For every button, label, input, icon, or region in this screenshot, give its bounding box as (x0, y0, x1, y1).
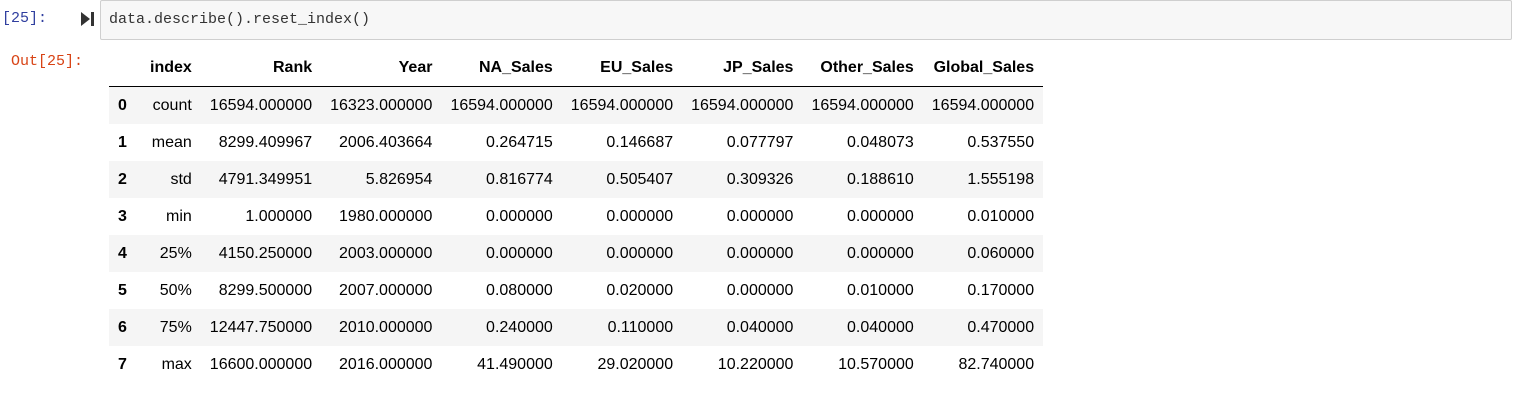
table-cell: 0.470000 (967, 318, 1035, 336)
column-header: Global_Sales (922, 50, 1044, 87)
table-cell: max (161, 355, 192, 373)
row-index: 1 (118, 133, 127, 151)
table-cell: 16594.000000 (450, 96, 553, 114)
table-cell: 0.077797 (726, 133, 794, 151)
column-header: NA_Sales (441, 50, 562, 87)
table-row: 2 std 4791.349951 5.826954 0.816774 0.50… (109, 161, 1044, 198)
row-index: 5 (118, 281, 127, 299)
table-cell: 0.110000 (607, 318, 674, 336)
row-index: 7 (118, 355, 127, 373)
table-cell: 0.537550 (967, 133, 1035, 151)
table-cell: 0.240000 (486, 318, 553, 336)
table-cell: 2007.000000 (339, 281, 433, 299)
column-header: EU_Sales (561, 50, 683, 87)
row-index: 6 (118, 318, 127, 336)
table-cell: 29.020000 (597, 355, 674, 373)
row-index: 0 (118, 96, 127, 114)
table-cell: 0.146687 (606, 133, 674, 151)
table-cell: 0.048073 (847, 133, 914, 151)
table-cell: 16600.000000 (209, 355, 313, 373)
table-cell: 16594.000000 (691, 96, 794, 114)
table-cell: 0.080000 (486, 281, 553, 299)
table-cell: 50% (159, 281, 192, 299)
table-cell: 0.505407 (606, 170, 674, 188)
table-cell: min (166, 207, 192, 225)
table-cell: 0.000000 (847, 207, 914, 225)
table-cell: std (170, 170, 192, 188)
table-row: 4 25% 4150.250000 2003.000000 0.000000 0… (109, 235, 1044, 272)
code-editor[interactable]: data.describe().reset_index() (100, 0, 1512, 40)
table-cell: 4791.349951 (218, 170, 313, 188)
code-line[interactable]: data.describe().reset_index() (109, 10, 370, 30)
table-cell: 16594.000000 (570, 96, 674, 114)
table-row: 1 mean 8299.409967 2006.403664 0.264715 … (109, 124, 1043, 161)
table-cell: 12447.750000 (209, 318, 313, 336)
table-cell: 0.816774 (486, 170, 553, 188)
table-cell: 25% (159, 244, 192, 262)
row-index: 2 (118, 170, 127, 188)
table-cell: 0.000000 (486, 207, 553, 225)
table-cell: 0.010000 (847, 281, 914, 299)
table-cell: 16594.000000 (209, 96, 313, 114)
table-cell: 8299.500000 (218, 281, 313, 299)
table-row: 3 min 1.000000 1980.000000 0.000000 0.00… (109, 198, 1043, 235)
table-cell: 82.740000 (958, 355, 1035, 373)
table-cell: 2006.403664 (339, 133, 433, 151)
table-cell: 0.000000 (486, 244, 553, 262)
table-cell: 75% (159, 318, 192, 336)
table-cell: 0.170000 (967, 281, 1035, 299)
column-header: Other_Sales (802, 50, 923, 87)
table-cell: 0.000000 (606, 207, 674, 225)
table-cell: 5.826954 (365, 170, 433, 188)
table-cell: 1980.000000 (339, 207, 433, 225)
table-cell: 4150.250000 (218, 244, 313, 262)
table-cell: mean (151, 133, 192, 151)
table-cell: 0.040000 (726, 318, 794, 336)
table-row: 7 max 16600.000000 2016.000000 41.490000… (109, 346, 1043, 383)
table-cell: 16594.000000 (931, 96, 1035, 114)
table-cell: 1.000000 (245, 207, 313, 225)
table-cell: 10.570000 (838, 355, 914, 373)
row-index: 3 (118, 207, 127, 225)
table-cell: 8299.409967 (218, 133, 313, 151)
table-cell: 0.020000 (606, 281, 674, 299)
table-cell: 0.000000 (726, 207, 794, 225)
table-header: index Rank Year NA_Sales EU_Sales JP_Sal… (109, 50, 1044, 87)
header-row: index Rank Year NA_Sales EU_Sales JP_Sal… (109, 50, 1044, 87)
output-prompt: Out[25]: (11, 53, 84, 70)
table-body: 0 count 16594.000000 16323.000000 16594.… (109, 86, 1044, 384)
table-cell: 0.264715 (486, 133, 553, 151)
input-prompt: [25]: (2, 10, 48, 27)
table-cell: 16594.000000 (811, 96, 914, 114)
table-cell: 0.040000 (847, 318, 914, 336)
table-row: 5 50% 8299.500000 2007.000000 0.080000 0… (109, 272, 1043, 309)
table-cell: 0.000000 (606, 244, 674, 262)
table-cell: 0.060000 (967, 244, 1035, 262)
table-row: 0 count 16594.000000 16323.000000 16594.… (109, 86, 1044, 124)
table-row: 6 75% 12447.750000 2010.000000 0.240000 … (109, 309, 1044, 346)
table-cell: 2003.000000 (339, 244, 433, 262)
run-cell-icon[interactable] (79, 11, 95, 27)
dataframe-table: index Rank Year NA_Sales EU_Sales JP_Sal… (109, 50, 1044, 384)
column-header: JP_Sales (682, 50, 803, 87)
column-header: index (141, 50, 201, 87)
column-header: Year (321, 50, 442, 87)
column-header: Rank (200, 50, 322, 87)
table-cell: 0.000000 (726, 244, 794, 262)
table-cell: 16323.000000 (330, 96, 433, 114)
table-cell: 0.188610 (847, 170, 914, 188)
table-cell: 0.000000 (726, 281, 794, 299)
table-cell: 2010.000000 (339, 318, 433, 336)
table-cell: count (152, 96, 192, 114)
table-cell: 0.000000 (847, 244, 914, 262)
header-corner (109, 50, 141, 87)
table-cell: 41.490000 (477, 355, 553, 373)
table-cell: 1.555198 (967, 170, 1035, 188)
table-cell: 0.309326 (726, 170, 794, 188)
row-index: 4 (118, 244, 127, 262)
table-cell: 2016.000000 (339, 355, 433, 373)
table-cell: 0.010000 (967, 207, 1035, 225)
table-cell: 10.220000 (717, 355, 794, 373)
